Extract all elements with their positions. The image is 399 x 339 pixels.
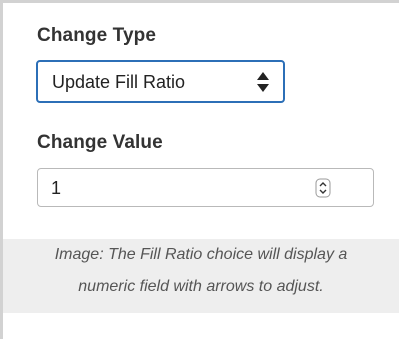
change-type-selected-value: Update Fill Ratio xyxy=(52,72,186,92)
caption-line-2: numeric field with arrows to adjust. xyxy=(78,278,324,295)
image-caption: Image: The Fill Ratio choice will displa… xyxy=(3,239,399,313)
updown-arrows-icon xyxy=(257,72,269,92)
change-value-input[interactable]: 1 xyxy=(37,168,374,207)
form-panel: Change Type Update Fill Ratio Change Val… xyxy=(3,3,399,239)
caption-line-1: Image: The Fill Ratio choice will displa… xyxy=(54,246,348,263)
change-type-select[interactable]: Update Fill Ratio xyxy=(36,60,285,103)
change-type-label: Change Type xyxy=(37,25,156,46)
spinner-icon[interactable] xyxy=(315,178,331,198)
screenshot-frame: Change Type Update Fill Ratio Change Val… xyxy=(0,0,399,339)
change-value-text: 1 xyxy=(51,178,62,198)
change-value-label: Change Value xyxy=(37,132,163,153)
